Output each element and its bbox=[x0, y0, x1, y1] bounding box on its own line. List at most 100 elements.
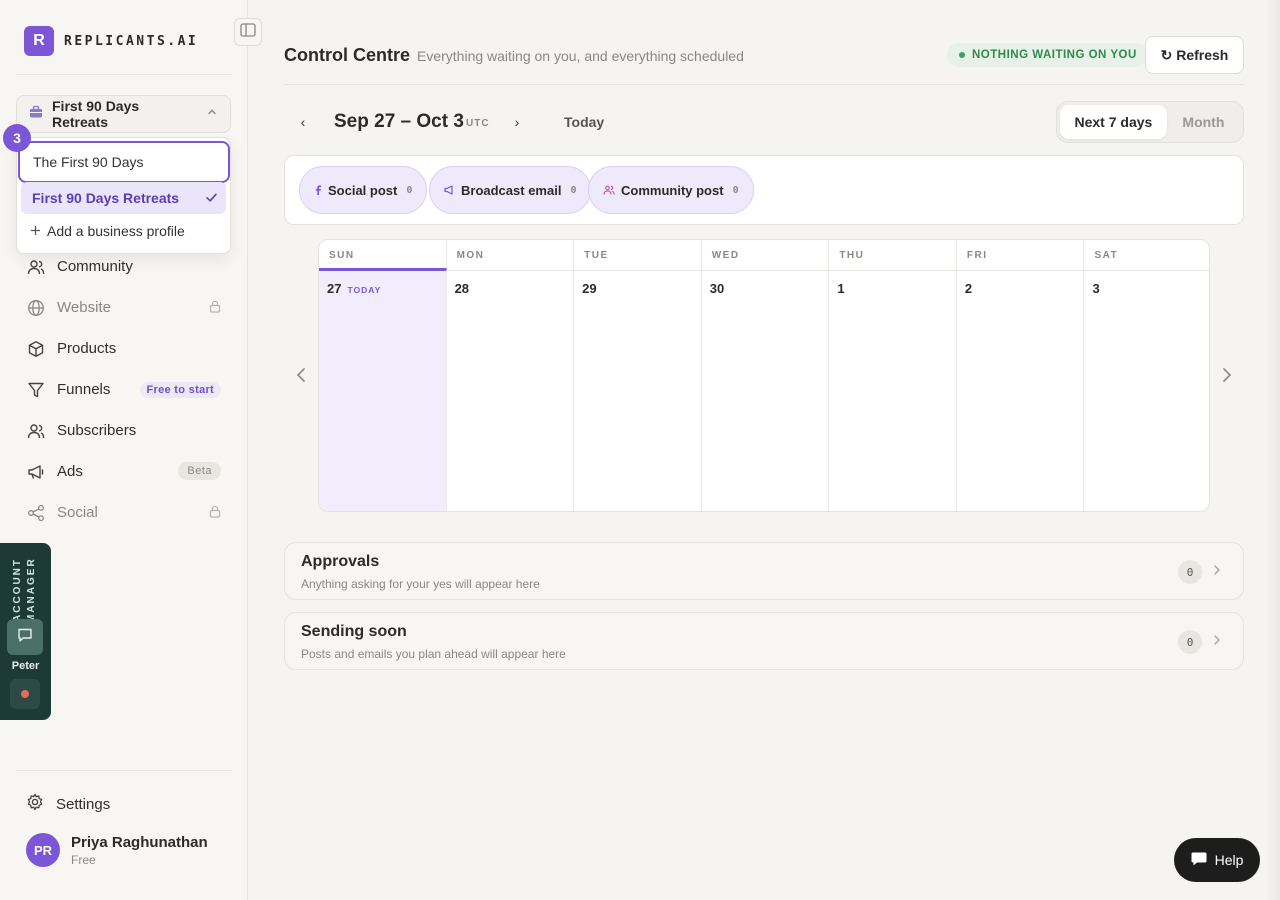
lock-icon bbox=[209, 300, 221, 317]
page-edge-shadow bbox=[1266, 0, 1280, 900]
date-range: Sep 27 – Oct 3 bbox=[334, 111, 464, 132]
sidebar-item-label: Community bbox=[57, 258, 133, 275]
sidebar-item-label: Social bbox=[57, 504, 98, 521]
tab-month[interactable]: Month bbox=[1167, 105, 1240, 139]
box-icon bbox=[26, 339, 45, 358]
tab-next-7-days[interactable]: Next 7 days bbox=[1060, 105, 1167, 139]
sidebar-item-social[interactable]: Social bbox=[16, 492, 231, 533]
day-number: 30 bbox=[709, 281, 725, 296]
calendar-day[interactable]: 28 bbox=[447, 271, 575, 511]
sidebar-nav: Community Website Products Funnels Free … bbox=[16, 246, 231, 533]
chevron-left-icon bbox=[296, 367, 306, 388]
sidebar-item-label: Ads bbox=[57, 463, 83, 480]
next-week-button[interactable]: › bbox=[506, 111, 528, 133]
refresh-button[interactable]: ↻ Refresh bbox=[1145, 36, 1244, 74]
chat-button[interactable] bbox=[7, 619, 43, 655]
sidebar-item-funnels[interactable]: Funnels Free to start bbox=[16, 369, 231, 410]
day-number: 3 bbox=[1092, 281, 1100, 296]
sidebar-item-settings[interactable]: Settings bbox=[16, 784, 231, 824]
check-icon bbox=[205, 191, 218, 207]
sidebar-toggle-icon bbox=[240, 22, 256, 42]
users-icon bbox=[603, 183, 615, 198]
calendar-day[interactable]: 30 bbox=[702, 271, 830, 511]
calendar-day[interactable]: 2 bbox=[957, 271, 1085, 511]
brand-name: REPLICANTS.AI bbox=[64, 33, 199, 49]
brand-logo: R bbox=[24, 26, 54, 56]
day-number: 1 bbox=[837, 281, 845, 296]
sending-soon-subtitle: Posts and emails you plan ahead will app… bbox=[301, 647, 566, 661]
today-tag: TODAY bbox=[347, 285, 382, 295]
help-label: Help bbox=[1214, 852, 1244, 868]
calendar-day[interactable]: 29 bbox=[574, 271, 702, 511]
chevron-right-icon bbox=[1213, 563, 1221, 581]
step-badge: 3 bbox=[3, 124, 31, 152]
brand[interactable]: R REPLICANTS.AI bbox=[24, 26, 198, 56]
plus-icon bbox=[30, 223, 41, 239]
filter-label: Broadcast email bbox=[461, 182, 562, 198]
sidebar-item-products[interactable]: Products bbox=[16, 328, 231, 369]
funnel-icon bbox=[26, 380, 45, 399]
status-label: NOTHING WAITING ON YOU bbox=[972, 49, 1137, 61]
approvals-subtitle: Anything asking for your yes will appear… bbox=[301, 577, 540, 591]
profile-select-label: First 90 Days Retreats bbox=[52, 98, 140, 130]
account-manager-card[interactable]: ACCOUNT MANAGER Peter bbox=[0, 543, 51, 720]
approvals-panel[interactable]: Approvals Anything asking for your yes w… bbox=[284, 542, 1244, 600]
record-button[interactable] bbox=[10, 679, 40, 709]
free-to-start-badge: Free to start bbox=[139, 382, 221, 398]
chat-icon bbox=[17, 627, 33, 648]
filter-label: Social post bbox=[328, 182, 398, 198]
calendar-prev-button[interactable] bbox=[291, 367, 311, 387]
date-navigation: ‹ Sep 27 – Oct 3 UTC › Today Next 7 days… bbox=[284, 101, 1244, 143]
filter-count: 0 bbox=[570, 184, 577, 196]
weekday-sun: SUN bbox=[319, 240, 447, 270]
weekday-thu: THU bbox=[829, 240, 957, 270]
user-name: Priya Raghunathan bbox=[71, 833, 208, 851]
calendar-day-today[interactable]: 27 TODAY bbox=[319, 268, 447, 511]
divider bbox=[284, 84, 1244, 85]
weekday-tue: TUE bbox=[574, 240, 702, 270]
status-badge: NOTHING WAITING ON YOU bbox=[947, 43, 1147, 67]
beta-badge: Beta bbox=[178, 462, 221, 480]
sidebar-item-ads[interactable]: Ads Beta bbox=[16, 451, 231, 492]
divider bbox=[16, 74, 232, 75]
profile-option-the-first-90-days[interactable]: The First 90 Days bbox=[18, 141, 230, 183]
user-profile[interactable]: PR Priya Raghunathan Free bbox=[26, 833, 208, 867]
share-icon bbox=[26, 503, 45, 522]
add-business-profile-button[interactable]: Add a business profile bbox=[21, 215, 226, 247]
chat-bubble-icon bbox=[1191, 851, 1207, 869]
sidebar-item-label: Funnels bbox=[57, 381, 111, 398]
chevron-right-icon bbox=[1213, 633, 1221, 651]
record-dot-icon bbox=[21, 690, 29, 698]
day-number: 27 bbox=[327, 281, 342, 296]
megaphone-icon bbox=[26, 462, 45, 481]
filter-count: 0 bbox=[406, 184, 413, 196]
add-profile-label: Add a business profile bbox=[47, 223, 185, 239]
subscribers-icon bbox=[26, 421, 45, 440]
sidebar-toggle-button[interactable] bbox=[234, 18, 262, 46]
profile-select[interactable]: First 90 Days Retreats bbox=[16, 95, 231, 133]
help-button[interactable]: Help bbox=[1174, 838, 1260, 882]
today-button[interactable]: Today bbox=[564, 114, 604, 130]
settings-label: Settings bbox=[56, 795, 111, 813]
calendar-day[interactable]: 3 bbox=[1084, 271, 1209, 511]
approvals-count: 0 bbox=[1178, 560, 1202, 584]
calendar-next-button[interactable] bbox=[1217, 367, 1237, 387]
page-header: Control Centre Everything waiting on you… bbox=[284, 36, 1244, 76]
profile-option-first-90-days-retreats[interactable]: First 90 Days Retreats bbox=[21, 182, 226, 214]
view-toggle: Next 7 days Month bbox=[1056, 101, 1244, 143]
sending-soon-panel[interactable]: Sending soon Posts and emails you plan a… bbox=[284, 612, 1244, 670]
chevron-right-icon bbox=[1222, 367, 1232, 388]
sidebar-item-website[interactable]: Website bbox=[16, 287, 231, 328]
user-plan: Free bbox=[71, 852, 96, 867]
filter-social-post[interactable]: Social post 0 bbox=[299, 166, 428, 214]
filter-community-post[interactable]: Community post 0 bbox=[588, 166, 754, 214]
globe-icon bbox=[26, 298, 45, 317]
account-manager-name: Peter bbox=[11, 660, 40, 672]
sidebar-item-subscribers[interactable]: Subscribers bbox=[16, 410, 231, 451]
calendar-day[interactable]: 1 bbox=[829, 271, 957, 511]
timezone-label: UTC bbox=[466, 118, 490, 129]
prev-week-button[interactable]: ‹ bbox=[292, 111, 314, 133]
lock-icon bbox=[209, 505, 221, 522]
filter-broadcast-email[interactable]: Broadcast email 0 bbox=[429, 166, 592, 214]
briefcase-icon bbox=[29, 105, 43, 124]
